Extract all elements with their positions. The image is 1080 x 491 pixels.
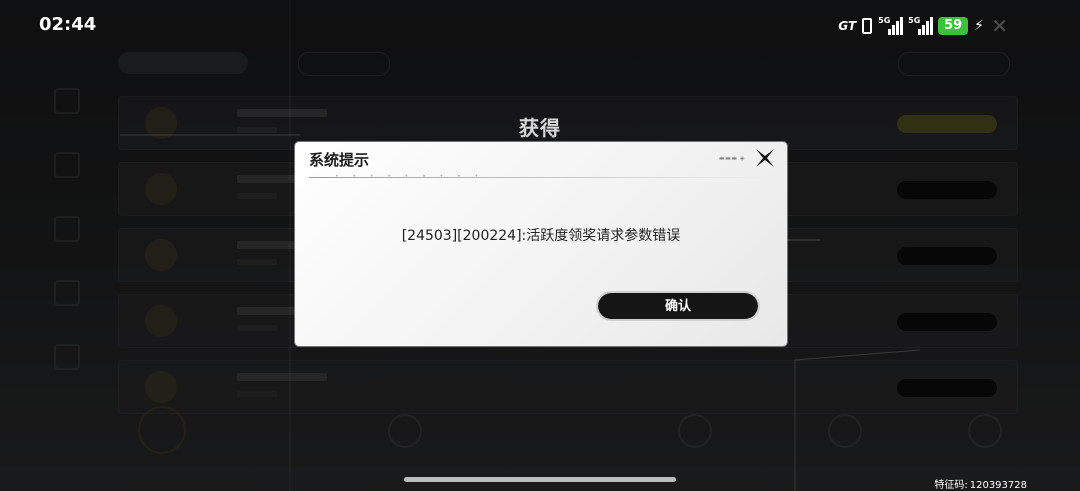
decorative-dots: • • • • • • • • • — [335, 173, 485, 180]
dialog-message: [24503][200224]:活跃度领奖请求参数错误 — [401, 228, 681, 244]
network-type-label: 5G — [908, 16, 921, 25]
feature-code: 特征码: 120393728 — [932, 476, 1027, 491]
signal-icon: 5G — [878, 16, 904, 35]
brand-logo: ▬▬▬ ◈ — [719, 155, 746, 162]
confirm-button[interactable]: 确认 — [596, 291, 760, 321]
signal-icon: 5G — [908, 16, 934, 35]
vibrate-icon — [862, 18, 873, 34]
rewards-title: 获得 — [519, 116, 561, 140]
clock: 02:44 — [39, 14, 97, 35]
home-indicator[interactable] — [404, 477, 676, 482]
system-alert-dialog: 系统提示 ▬▬▬ ◈ • • • • • • • • • [24503][200… — [295, 142, 787, 346]
charging-icon: ⚡︎ — [974, 18, 984, 34]
dialog-title: 系统提示 — [309, 151, 370, 169]
close-icon[interactable] — [753, 146, 777, 170]
status-icons: GT 5G 5G 59 ⚡︎ — [838, 16, 984, 36]
close-icon[interactable]: ✕ — [991, 14, 1008, 38]
feature-code-value: 120393728 — [969, 480, 1027, 491]
battery-indicator: 59 — [938, 17, 969, 35]
status-bar: 02:44 GT 5G 5G 59 ⚡︎ ✕ — [0, 0, 1080, 52]
carrier-badge: GT — [838, 19, 857, 33]
feature-code-label: 特征码: — [934, 480, 968, 491]
network-type-label: 5G — [878, 16, 891, 25]
